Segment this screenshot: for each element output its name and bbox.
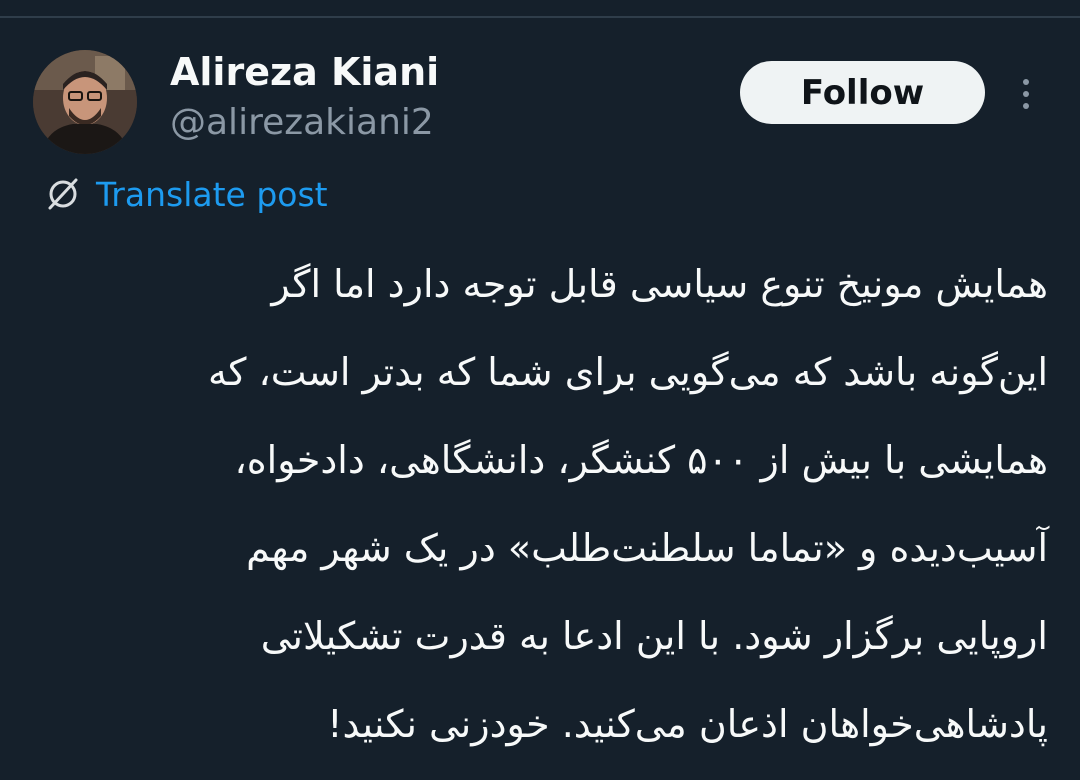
post-text-line: آسیب‌دیده و «تماما سلطنت‌طلب» در یک شهر … [246, 526, 1048, 570]
top-divider [0, 0, 1080, 18]
post-text-line: همایشی با بیش از ۵۰۰ کنشگر، دانشگاهی، دا… [234, 438, 1048, 482]
post-text-line: همایش مونیخ تنوع سیاسی قابل توجه دارد ام… [271, 262, 1048, 306]
translate-post-label[interactable]: Translate post [96, 175, 328, 214]
post-text-line: اروپایی برگزار شود. با این ادعا به قدرت … [260, 614, 1048, 658]
author-handle[interactable]: @alirezakiani2 [170, 102, 434, 143]
avatar[interactable] [33, 50, 137, 154]
post-text: همایش مونیخ تنوع سیاسی قابل توجه دارد ام… [118, 240, 1048, 768]
post-text-line: پادشاهی‌خواهان اذعان می‌کنید. خودزنی نکن… [327, 702, 1048, 746]
more-dot [1023, 103, 1029, 109]
translate-post-link[interactable]: Translate post [44, 172, 328, 216]
follow-button[interactable]: Follow [740, 61, 985, 124]
avatar-photo [33, 50, 137, 154]
author-display-name[interactable]: Alireza Kiani [170, 50, 439, 94]
post-text-line: این‌گونه باشد که می‌گویی برای شما که بدت… [207, 350, 1048, 394]
more-dot [1023, 91, 1029, 97]
globe-translate-icon [48, 178, 78, 210]
more-dot [1023, 79, 1029, 85]
more-options-icon[interactable] [1008, 72, 1044, 116]
